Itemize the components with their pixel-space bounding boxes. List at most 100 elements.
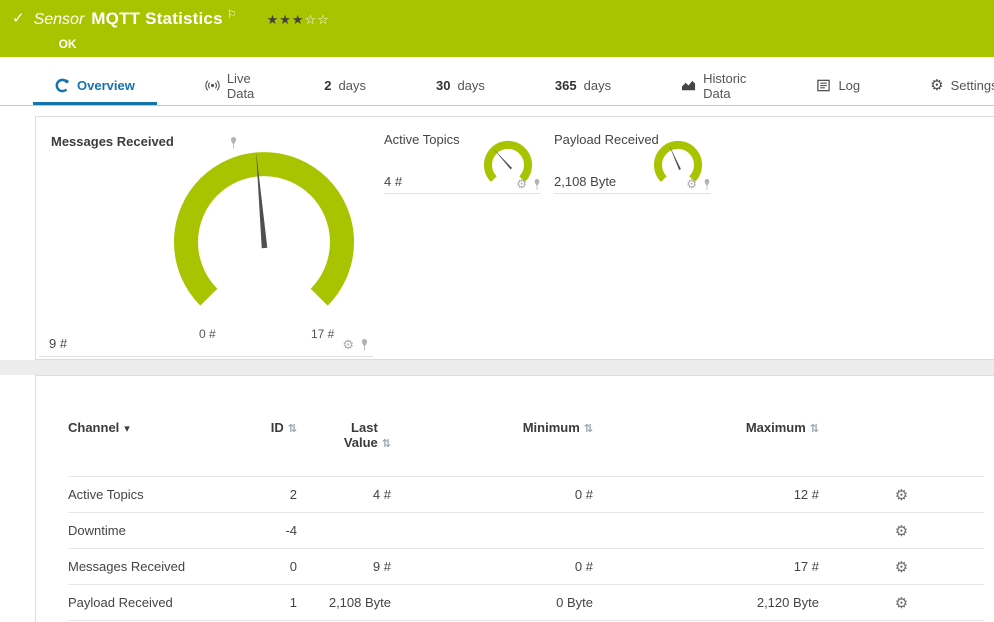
gauge-pin-icon[interactable] (360, 338, 369, 351)
tab-label: Overview (77, 78, 135, 93)
active-topics-gauge-module: Active Topics 4 # ⚙︎ (384, 127, 541, 194)
panel-divider (0, 360, 994, 375)
gauge-title: Payload Received (554, 132, 659, 147)
gauge-settings-gear-icon[interactable]: ⚙︎ (516, 178, 527, 190)
table-row: Messages Received 0 9 # 0 # 17 # ⚙︎ (68, 548, 984, 585)
tab-historic-data[interactable]: Historic Data (659, 69, 768, 105)
gauge-needle (493, 148, 513, 170)
channel-minimum: 0 # (391, 476, 593, 513)
messages-received-gauge-module: Messages Received 0 # 17 # 9 # ⚙︎ (39, 127, 373, 357)
live-data-icon (205, 78, 220, 93)
channel-minimum: 0 Byte (391, 584, 593, 621)
channel-maximum: 12 # (593, 476, 819, 513)
tab-label: Settings (950, 78, 994, 93)
tab-number: 2 (324, 78, 332, 93)
channel-id: 0 (233, 548, 297, 585)
table-row: Payload Received 1 2,108 Byte 0 Byte 2,1… (68, 584, 984, 621)
gauge-current-value: 2,108 Byte (554, 174, 617, 189)
tab-overview[interactable]: Overview (33, 69, 157, 105)
channel-name: Messages Received (68, 548, 233, 585)
content-area: Messages Received 0 # 17 # 9 # ⚙︎ Active… (0, 106, 994, 622)
table-header-row: Channel ▾ ID ⇅ Last Value ⇅ Minimum ⇅ Maximu… (68, 420, 984, 477)
column-header-last-value[interactable]: Last Value ⇅ (297, 420, 391, 477)
gauge-min-label: 0 # (199, 327, 216, 341)
tab-365-days[interactable]: 365 days (533, 69, 633, 105)
overview-icon (55, 78, 70, 93)
column-header-maximum[interactable]: Maximum ⇅ (593, 420, 819, 477)
tab-log[interactable]: Log (794, 69, 882, 105)
payload-received-gauge-module: Payload Received 2,108 Byte ⚙︎ (554, 127, 711, 194)
column-label: Maximum (745, 420, 806, 435)
sort-caret-down-icon: ▾ (124, 423, 130, 435)
column-label: Last Value (343, 420, 378, 450)
sort-arrows-icon: ⇅ (809, 423, 819, 435)
channel-minimum (391, 512, 593, 549)
historic-data-icon (681, 78, 696, 93)
channel-settings-gear-icon[interactable]: ⚙︎ (895, 523, 908, 540)
channel-settings-gear-icon[interactable]: ⚙︎ (895, 559, 908, 576)
channel-last-value (297, 512, 391, 549)
column-label: ID (270, 420, 284, 435)
gauge-settings-gear-icon[interactable]: ⚙︎ (686, 178, 697, 190)
tab-number: 365 (554, 78, 577, 93)
tab-label: Live Data (226, 70, 255, 101)
gauge-current-value: 4 # (384, 174, 403, 189)
tab-live-data[interactable]: Live Data (183, 69, 276, 105)
channels-table: Channel ▾ ID ⇅ Last Value ⇅ Minimum ⇅ Maximu… (68, 420, 984, 621)
channel-last-value: 4 # (297, 476, 391, 513)
title-block: Sensor MQTT Statistics ⚐ ★★★☆☆ OK (34, 9, 330, 51)
column-label: Minimum (522, 420, 580, 435)
sort-arrows-icon: ⇅ (381, 438, 391, 450)
channel-id: -4 (233, 512, 297, 549)
priority-stars[interactable]: ★★★☆☆ (267, 12, 330, 28)
object-kind-label: Sensor (33, 11, 85, 28)
log-icon (816, 78, 831, 93)
table-row: Active Topics 2 4 # 0 # 12 # ⚙︎ (68, 476, 984, 513)
status-ok-icon: ✓ (12, 10, 25, 27)
tab-30-days[interactable]: 30 days (414, 69, 507, 105)
tab-label: Log (838, 78, 861, 93)
channel-maximum (593, 512, 819, 549)
tab-settings[interactable]: ⚙︎ Settings (908, 69, 994, 105)
gauge-settings-gear-icon[interactable]: ⚙︎ (342, 338, 354, 351)
page-title: MQTT Statistics (91, 9, 223, 28)
tab-label: days (583, 78, 612, 93)
sort-arrows-icon: ⇅ (287, 423, 297, 435)
gauge-arc (654, 140, 702, 182)
tab-label: Historic Data (703, 70, 747, 101)
favorite-flag-icon[interactable]: ⚐ (227, 8, 237, 21)
channel-settings-gear-icon[interactable]: ⚙︎ (895, 595, 908, 612)
channel-settings-gear-icon[interactable]: ⚙︎ (895, 487, 908, 504)
tab-label: days (457, 78, 485, 93)
tab-label: days (338, 78, 366, 93)
column-label: Channel (68, 420, 120, 435)
gauge-title: Messages Received (51, 134, 174, 149)
status-badge: OK (58, 37, 77, 51)
gauge-pin-icon[interactable] (703, 178, 711, 190)
stars-empty: ☆☆ (304, 12, 330, 27)
sort-arrows-icon: ⇅ (583, 423, 593, 435)
gauge-max-label: 17 # (311, 327, 335, 341)
stars-filled: ★★★ (266, 12, 305, 27)
channel-maximum: 2,120 Byte (593, 584, 819, 621)
channel-minimum: 0 # (391, 548, 593, 585)
channel-id: 1 (233, 584, 297, 621)
gauge-actions: ⚙︎ (342, 338, 369, 351)
tab-2-days[interactable]: 2 days (302, 69, 388, 105)
channel-maximum: 17 # (593, 548, 819, 585)
gauge-actions: ⚙︎ (686, 178, 711, 190)
column-header-channel[interactable]: Channel ▾ (68, 420, 233, 477)
channel-last-value: 9 # (297, 548, 391, 585)
column-header-id[interactable]: ID ⇅ (233, 420, 297, 477)
settings-gear-icon: ⚙︎ (930, 77, 944, 94)
column-header-minimum[interactable]: Minimum ⇅ (391, 420, 593, 477)
messages-received-gauge (174, 151, 354, 306)
tab-bar: Overview Live Data 2 days 30 days 365 da… (0, 57, 994, 106)
tab-number: 30 (435, 78, 451, 93)
column-header-actions (819, 420, 984, 477)
channel-name: Payload Received (68, 584, 233, 621)
channels-panel: Channel ▾ ID ⇅ Last Value ⇅ Minimum ⇅ Maximu… (35, 375, 994, 622)
gauge-pin-icon[interactable] (533, 178, 541, 190)
channel-name: Active Topics (68, 476, 233, 513)
gauges-panel: Messages Received 0 # 17 # 9 # ⚙︎ Active… (35, 116, 994, 360)
